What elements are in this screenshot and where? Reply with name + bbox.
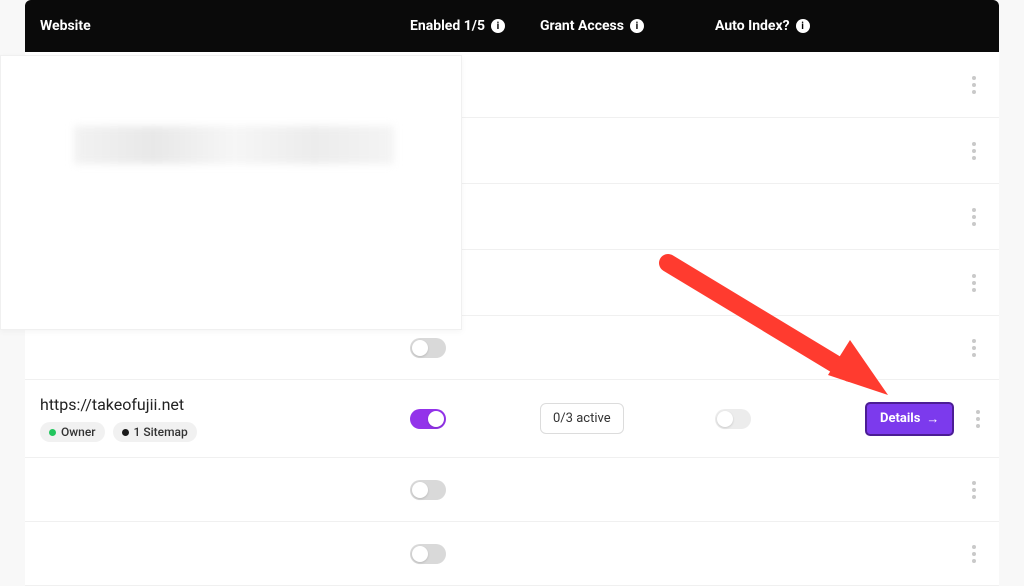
details-button[interactable]: Details →	[865, 402, 954, 436]
auto-label: Auto Index?	[715, 18, 790, 34]
overlay-panel	[0, 55, 462, 330]
info-icon[interactable]: i	[630, 19, 644, 33]
grant-access-chip[interactable]: 0/3 active	[540, 403, 624, 434]
kebab-menu-icon[interactable]	[964, 271, 984, 295]
owner-badge: Owner	[40, 422, 105, 442]
enabled-toggle[interactable]	[410, 338, 446, 358]
enabled-toggle[interactable]	[410, 480, 446, 500]
col-auto-header: Auto Index? i	[715, 18, 865, 34]
info-icon[interactable]: i	[491, 19, 505, 33]
kebab-menu-icon[interactable]	[964, 205, 984, 229]
table-header: Website Enabled 1/5 i Grant Access i Aut…	[25, 0, 999, 52]
kebab-menu-icon[interactable]	[964, 139, 984, 163]
kebab-menu-icon[interactable]	[964, 73, 984, 97]
sitemap-dot-icon	[122, 429, 129, 436]
info-icon[interactable]: i	[796, 19, 810, 33]
enabled-toggle[interactable]	[410, 409, 446, 429]
status-dot-icon	[49, 429, 56, 436]
col-grant-header: Grant Access i	[540, 18, 715, 34]
kebab-menu-icon[interactable]	[964, 336, 984, 360]
kebab-menu-icon[interactable]	[964, 542, 984, 566]
table-row	[25, 522, 999, 586]
enabled-label: Enabled 1/5	[410, 18, 485, 34]
table-row-active: https://takeofujii.net Owner 1 Sitemap 0…	[25, 380, 999, 458]
col-website-header: Website	[40, 18, 410, 34]
kebab-menu-icon[interactable]	[964, 478, 984, 502]
sitemap-badge: 1 Sitemap	[113, 422, 197, 442]
col-enabled-header: Enabled 1/5 i	[410, 18, 540, 34]
table-row	[25, 458, 999, 522]
grant-label: Grant Access	[540, 18, 624, 34]
arrow-right-icon: →	[926, 411, 939, 427]
auto-index-toggle[interactable]	[715, 409, 751, 429]
site-url: https://takeofujii.net	[40, 395, 410, 414]
enabled-toggle[interactable]	[410, 544, 446, 564]
blurred-content	[74, 126, 394, 164]
kebab-menu-icon[interactable]	[968, 407, 988, 431]
